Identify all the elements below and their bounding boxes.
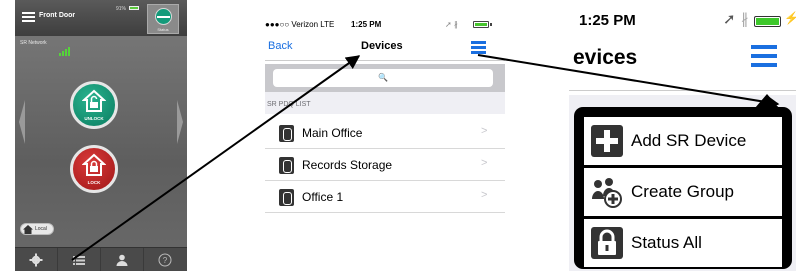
arrow-menu-to-popover (477, 54, 780, 109)
annotation-arrows (71, 54, 780, 261)
arrow-list-to-devices (71, 55, 361, 261)
